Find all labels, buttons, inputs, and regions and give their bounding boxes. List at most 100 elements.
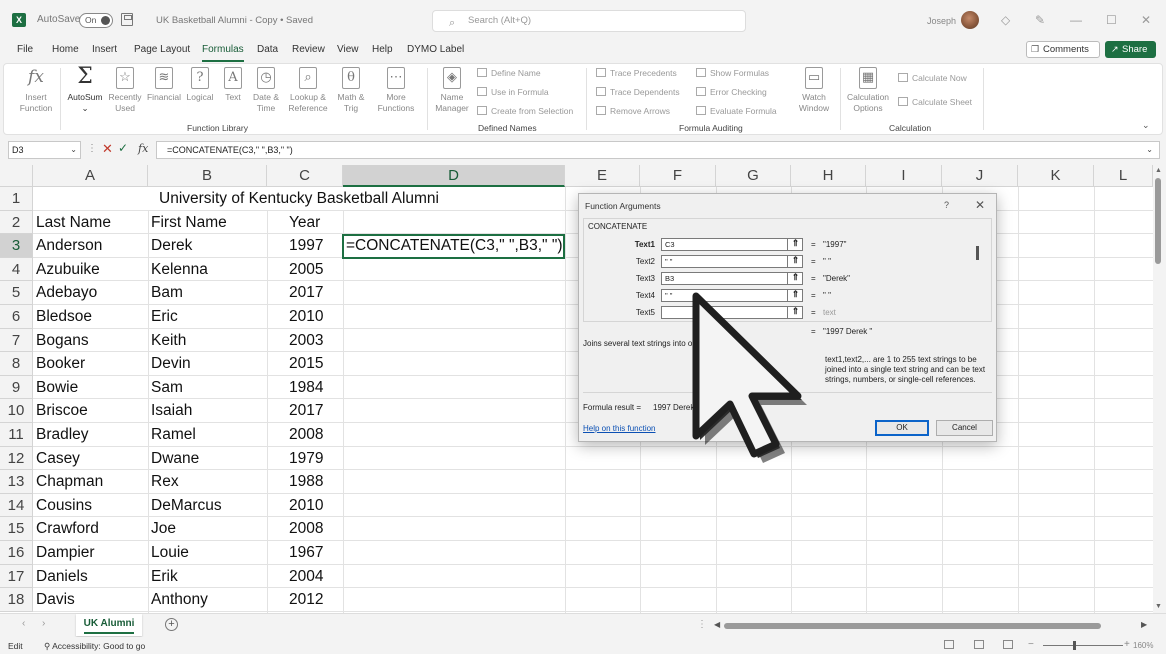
cell-first-name[interactable]: Eric (151, 305, 178, 328)
cell-year[interactable]: 2017 (289, 281, 323, 304)
remove-arrows-button[interactable]: Remove Arrows (596, 106, 670, 116)
cell-year[interactable]: 1997 (289, 234, 323, 257)
cell-last-name[interactable]: Bradley (36, 423, 89, 446)
cell-last-name[interactable]: Azubuike (36, 258, 100, 281)
cell-first-name[interactable]: Kelenna (151, 258, 208, 281)
row-header-10[interactable]: 10 (0, 399, 33, 423)
vertical-scroll-thumb[interactable] (1155, 178, 1161, 264)
cell-year[interactable]: 2008 (289, 517, 323, 540)
error-checking-button[interactable]: Error Checking (696, 87, 767, 97)
cell-first-name[interactable]: Anthony (151, 588, 208, 611)
text-button[interactable]: A Text (216, 67, 250, 103)
cell-first-name[interactable]: Rex (151, 470, 179, 493)
cell-year[interactable]: 2010 (289, 494, 323, 517)
collapse-dialog-icon[interactable]: ⇑ (787, 238, 803, 251)
menu-help[interactable]: Help (372, 44, 393, 55)
header-first-name[interactable]: First Name (151, 211, 227, 234)
accessibility-status[interactable]: ⚲ Accessibility: Good to go (44, 641, 145, 652)
cancel-button[interactable]: Cancel (936, 420, 993, 436)
use-in-formula-button[interactable]: Use in Formula (477, 87, 549, 97)
row-header-4[interactable]: 4 (0, 257, 33, 282)
column-header-d[interactable]: D (343, 165, 565, 187)
help-icon[interactable]: ? (944, 200, 949, 210)
horizontal-scroll-thumb[interactable] (724, 623, 1101, 629)
cell-year[interactable]: 1984 (289, 376, 323, 399)
zoom-in-icon[interactable]: + (1124, 639, 1130, 650)
name-box[interactable]: D3 ⌄ (8, 141, 81, 159)
zoom-slider-knob[interactable] (1073, 641, 1076, 650)
menu-data[interactable]: Data (257, 44, 278, 55)
cell-last-name[interactable]: Daniels (36, 565, 88, 588)
cell-year[interactable]: 2005 (289, 258, 323, 281)
evaluate-formula-button[interactable]: Evaluate Formula (696, 106, 777, 116)
pen-icon[interactable]: ✎ (1035, 13, 1045, 27)
diamond-icon[interactable]: ◇ (1001, 13, 1010, 27)
header-year[interactable]: Year (289, 211, 320, 234)
calculate-sheet-button[interactable]: Calculate Sheet (898, 97, 972, 107)
column-header-h[interactable]: H (791, 165, 866, 187)
help-on-function-link[interactable]: Help on this function (583, 424, 656, 433)
insert-function-button[interactable]: fx Insert Function (14, 67, 58, 114)
row-header-12[interactable]: 12 (0, 446, 33, 471)
row-header-15[interactable]: 15 (0, 517, 33, 541)
column-header-b[interactable]: B (148, 165, 267, 187)
row-header-8[interactable]: 8 (0, 352, 33, 376)
maximize-icon[interactable]: ☐ (1106, 13, 1117, 27)
cell-last-name[interactable]: Adebayo (36, 281, 97, 304)
row-header-16[interactable]: 16 (0, 541, 33, 565)
cell-last-name[interactable]: Davis (36, 588, 75, 611)
cell-last-name[interactable]: Bledsoe (36, 305, 92, 328)
row-header-17[interactable]: 17 (0, 564, 33, 589)
row-header-11[interactable]: 11 (0, 423, 33, 447)
arg-input-text3[interactable]: B3 (661, 272, 803, 285)
calculate-now-button[interactable]: Calculate Now (898, 73, 967, 83)
cell-first-name[interactable]: Derek (151, 234, 192, 257)
row-header-9[interactable]: 9 (0, 375, 33, 400)
cell-first-name[interactable]: Dwane (151, 447, 199, 470)
cell-last-name[interactable]: Booker (36, 352, 85, 375)
row-header-5[interactable]: 5 (0, 281, 33, 305)
cell-first-name[interactable]: Isaiah (151, 399, 192, 422)
cell-last-name[interactable]: Briscoe (36, 399, 88, 422)
column-header-g[interactable]: G (716, 165, 791, 187)
page-break-view-icon[interactable] (1003, 640, 1013, 649)
recently-used-button[interactable]: ☆ Recently Used (104, 67, 146, 114)
column-header-e[interactable]: E (565, 165, 640, 187)
column-header-i[interactable]: I (866, 165, 942, 187)
column-header-a[interactable]: A (33, 165, 148, 187)
cell-last-name[interactable]: Anderson (36, 234, 102, 257)
arg-input-text1[interactable]: C3 (661, 238, 803, 251)
header-last-name[interactable]: Last Name (36, 211, 111, 234)
dialog-close-icon[interactable]: ✕ (975, 198, 985, 212)
menu-file[interactable]: File (17, 44, 33, 55)
trace-precedents-button[interactable]: Trace Precedents (596, 68, 677, 78)
cell-first-name[interactable]: DeMarcus (151, 494, 222, 517)
cell-year[interactable]: 2008 (289, 423, 323, 446)
minimize-icon[interactable]: — (1070, 13, 1082, 27)
cell-last-name[interactable]: Bogans (36, 329, 89, 352)
share-button[interactable]: Share (1105, 41, 1156, 58)
row-header-14[interactable]: 14 (0, 493, 33, 518)
cell-first-name[interactable]: Sam (151, 376, 183, 399)
row-header-3[interactable]: 3 (0, 234, 33, 258)
arguments-scroll-thumb[interactable] (976, 246, 979, 260)
watch-window-button[interactable]: ▭ Watch Window (794, 67, 834, 114)
lookup-reference-button[interactable]: ⌕ Lookup & Reference (284, 67, 332, 114)
zoom-level[interactable]: 160% (1133, 641, 1153, 650)
row-header-18[interactable]: 18 (0, 588, 33, 612)
insert-function-icon[interactable]: fx (138, 142, 148, 155)
define-name-button[interactable]: Define Name (477, 68, 541, 78)
page-layout-view-icon[interactable] (974, 640, 984, 649)
normal-view-icon[interactable] (944, 640, 954, 649)
search-box[interactable]: ⌕ Search (Alt+Q) (432, 10, 746, 32)
more-functions-button[interactable]: ⋯ More Functions (371, 67, 421, 114)
column-header-k[interactable]: K (1018, 165, 1094, 187)
logical-button[interactable]: ? Logical (181, 67, 219, 103)
row-header-6[interactable]: 6 (0, 305, 33, 329)
row-header-13[interactable]: 13 (0, 470, 33, 494)
math-trig-button[interactable]: θ Math & Trig (331, 67, 371, 114)
cell-year[interactable]: 2010 (289, 305, 323, 328)
cell-year[interactable]: 2012 (289, 588, 323, 611)
expand-formula-icon[interactable]: ⌄ (1146, 142, 1153, 158)
select-all-corner[interactable] (0, 165, 33, 187)
